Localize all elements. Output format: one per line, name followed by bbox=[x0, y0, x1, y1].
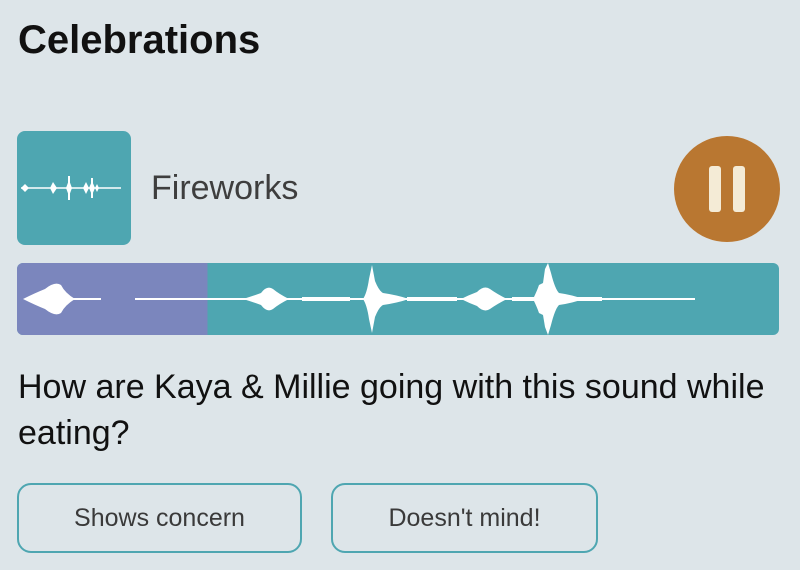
question-text: How are Kaya & Millie going with this so… bbox=[18, 368, 765, 452]
audio-waveform-scrubber[interactable] bbox=[17, 263, 779, 335]
shows-concern-button[interactable]: Shows concern bbox=[17, 483, 302, 553]
pause-button[interactable] bbox=[674, 136, 780, 242]
doesnt-mind-button[interactable]: Doesn't mind! bbox=[331, 483, 598, 553]
waveform-thumbnail-icon bbox=[17, 131, 131, 245]
sound-name: Fireworks bbox=[151, 169, 299, 207]
pause-icon bbox=[674, 136, 780, 242]
sound-thumbnail bbox=[17, 131, 131, 245]
section-title: Celebrations bbox=[18, 18, 261, 62]
